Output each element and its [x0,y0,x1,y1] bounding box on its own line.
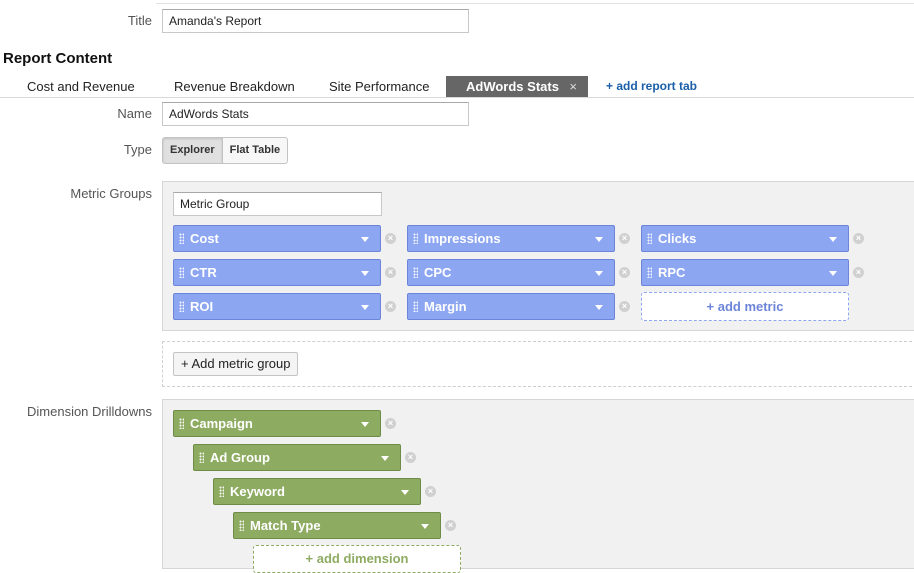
caret-down-icon[interactable] [829,271,837,276]
drag-handle-icon[interactable] [179,418,184,429]
tab-revenue-breakdown[interactable]: Revenue Breakdown [174,76,295,97]
remove-circle-icon[interactable]: × [385,267,396,278]
metric-label: RPC [658,265,686,280]
tab-adwords-stats[interactable]: AdWords Stats × [446,76,588,97]
caret-down-icon[interactable] [381,456,389,461]
tab-adwords-stats-label: AdWords Stats [466,79,559,94]
caret-down-icon[interactable] [361,237,369,242]
drag-handle-icon[interactable] [219,486,224,497]
title-input[interactable] [162,9,469,33]
remove-circle-icon[interactable]: × [445,520,456,531]
metric-pill-cost[interactable]: Cost [173,225,381,252]
caret-down-icon[interactable] [595,305,603,310]
dimension-label: Campaign [190,416,253,431]
drag-handle-icon[interactable] [413,233,418,244]
close-icon[interactable]: × [569,76,577,97]
remove-circle-icon[interactable]: × [853,267,864,278]
metric-pill-roi[interactable]: ROI [173,293,381,320]
remove-circle-icon[interactable]: × [619,267,630,278]
metric-label: CTR [190,265,217,280]
drag-handle-icon[interactable] [179,301,184,312]
drag-handle-icon[interactable] [179,233,184,244]
metric-label: Cost [190,231,219,246]
type-toggle: Explorer Flat Table [162,137,289,164]
metric-groups-label: Metric Groups [70,186,152,201]
metric-label: ROI [190,299,214,314]
remove-circle-icon[interactable]: × [405,452,416,463]
caret-down-icon[interactable] [361,422,369,427]
metric-pill-margin[interactable]: Margin [407,293,615,320]
remove-circle-icon[interactable]: × [619,301,630,312]
drag-handle-icon[interactable] [239,520,244,531]
metric-label: Impressions [424,231,501,246]
top-divider [156,3,914,4]
caret-down-icon[interactable] [595,237,603,242]
dimension-pill-match-type[interactable]: Match Type [233,512,441,539]
add-report-tab-link[interactable]: + add report tab [606,76,697,97]
tab-site-performance[interactable]: Site Performance [329,76,429,97]
caret-down-icon[interactable] [421,524,429,529]
remove-circle-icon[interactable]: × [385,233,396,244]
caret-down-icon[interactable] [361,271,369,276]
drag-handle-icon[interactable] [413,267,418,278]
remove-circle-icon[interactable]: × [425,486,436,497]
name-input[interactable] [162,102,469,126]
dimension-pill-keyword[interactable]: Keyword [213,478,421,505]
metric-group-name-input[interactable] [173,192,382,216]
metric-label: Margin [424,299,467,314]
drag-handle-icon[interactable] [647,267,652,278]
drag-handle-icon[interactable] [179,267,184,278]
metric-pill-clicks[interactable]: Clicks [641,225,849,252]
metric-pill-ctr[interactable]: CTR [173,259,381,286]
remove-circle-icon[interactable]: × [385,418,396,429]
type-label: Type [123,142,152,157]
title-label: Title [127,13,152,28]
metric-pill-impressions[interactable]: Impressions [407,225,615,252]
dimension-pill-ad-group[interactable]: Ad Group [193,444,401,471]
metric-pill-rpc[interactable]: RPC [641,259,849,286]
caret-down-icon[interactable] [401,490,409,495]
caret-down-icon[interactable] [595,271,603,276]
remove-circle-icon[interactable]: × [853,233,864,244]
drag-handle-icon[interactable] [647,233,652,244]
add-dimension-button[interactable]: + add dimension [253,545,461,573]
dimension-pill-campaign[interactable]: Campaign [173,410,381,437]
dimension-label: Match Type [250,518,321,533]
metric-label: CPC [424,265,452,280]
tabs-divider [0,97,914,98]
dimension-label: Keyword [230,484,285,499]
tab-cost-and-revenue[interactable]: Cost and Revenue [27,76,135,97]
metric-pill-cpc[interactable]: CPC [407,259,615,286]
section-title: Report Content [3,50,113,67]
drag-handle-icon[interactable] [413,301,418,312]
dimension-drilldowns-label: Dimension Drilldowns [27,404,152,419]
name-label: Name [117,106,152,121]
remove-circle-icon[interactable]: × [385,301,396,312]
add-metric-button[interactable]: + add metric [641,292,849,321]
caret-down-icon[interactable] [361,305,369,310]
caret-down-icon[interactable] [829,237,837,242]
drag-handle-icon[interactable] [199,452,204,463]
dimension-label: Ad Group [210,450,270,465]
flat-table-button[interactable]: Flat Table [222,137,289,164]
explorer-button[interactable]: Explorer [162,137,223,164]
add-metric-group-button[interactable]: + Add metric group [173,352,299,376]
remove-circle-icon[interactable]: × [619,233,630,244]
metric-label: Clicks [658,231,697,246]
